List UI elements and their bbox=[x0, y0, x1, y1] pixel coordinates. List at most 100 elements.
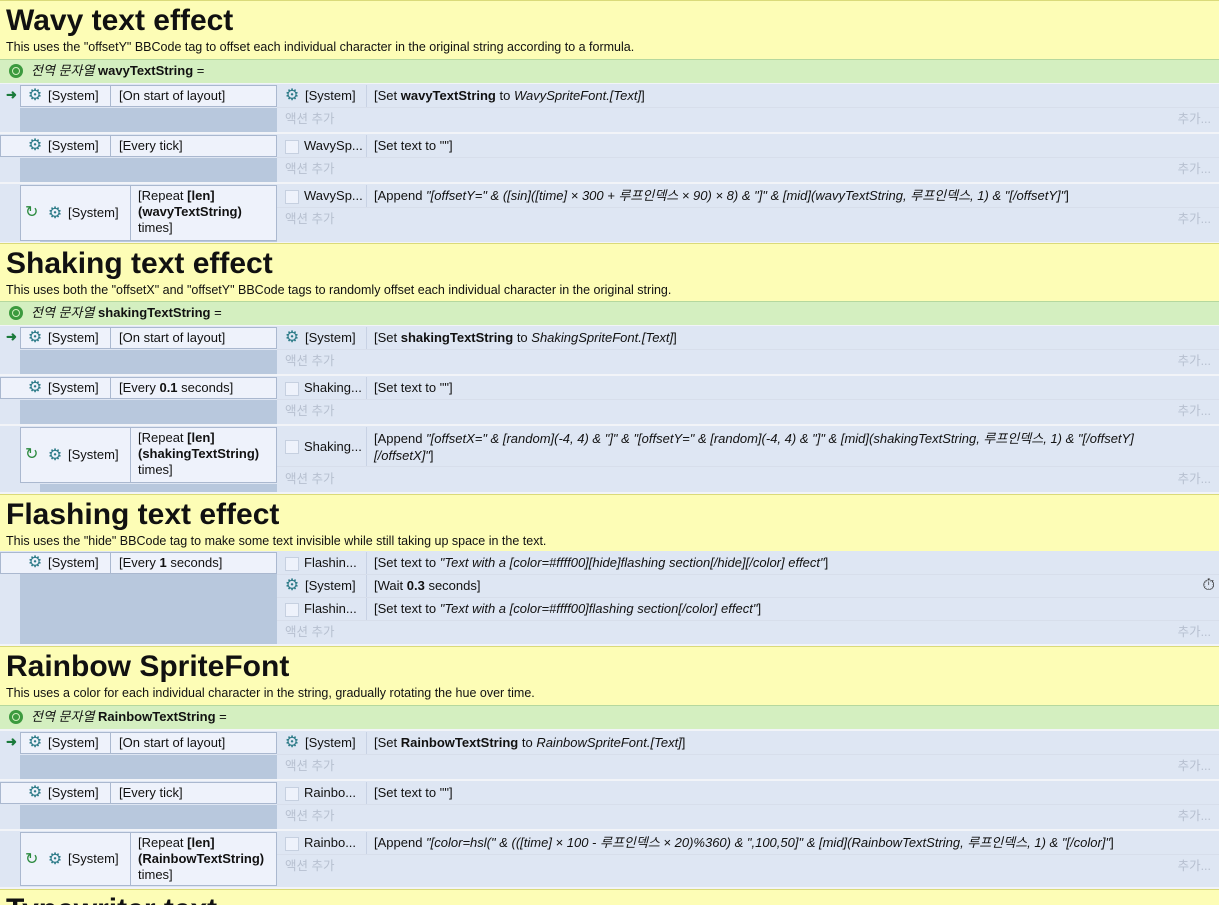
divider bbox=[366, 185, 367, 207]
stopwatch-icon: ⏱ bbox=[1202, 577, 1215, 594]
more-link[interactable]: 추가... bbox=[1178, 755, 1211, 777]
action-set-variable[interactable]: ⚙ [System] [Set wavyTextString to WavySp… bbox=[277, 85, 1219, 108]
section-description: This uses the "offsetY" BBCode tag to of… bbox=[6, 40, 635, 54]
event-block[interactable]: ➜ ⚙ [System] [On start of layout] ⚙ [Sys… bbox=[0, 326, 1219, 374]
add-action-row[interactable]: 액션 추가 추가... bbox=[285, 400, 1219, 422]
spritefont-icon bbox=[285, 837, 299, 851]
action-text: [Append bbox=[374, 431, 427, 446]
condition-repeat[interactable]: ↻ ⚙ [System] [Repeat [len](shakingTextSt… bbox=[20, 427, 277, 483]
more-link[interactable]: 추가... bbox=[1178, 400, 1211, 422]
add-action-row[interactable]: 액션 추가 추가... bbox=[285, 208, 1219, 230]
add-action-row[interactable]: 액션 추가 추가... bbox=[285, 468, 1219, 490]
condition-on-start-of-layout[interactable]: ⚙ [System] [On start of layout] bbox=[20, 85, 277, 107]
add-action-link[interactable]: 액션 추가 bbox=[285, 759, 334, 773]
action-text: [Set text to ""] bbox=[374, 380, 453, 395]
event-block[interactable]: ➜ ⚙ [System] [On start of layout] ⚙ [Sys… bbox=[0, 731, 1219, 779]
condition-repeat[interactable]: ↻ ⚙ [System] [Repeat [len](wavyTextStrin… bbox=[20, 185, 277, 241]
more-link[interactable]: 추가... bbox=[1178, 468, 1211, 490]
event-block[interactable]: ➜ ⚙ [System] [On start of layout] ⚙ [Sys… bbox=[0, 84, 1219, 132]
sub-event-block[interactable]: ↻ ⚙ [System] [Repeat [len](shakingTextSt… bbox=[0, 426, 1219, 492]
divider bbox=[130, 833, 131, 885]
event-block[interactable]: ⚙ [System] [Every tick] WavySp... [Set t… bbox=[0, 134, 1219, 182]
add-action-row[interactable]: 액션 추가 추가... bbox=[285, 621, 1219, 643]
add-action-link[interactable]: 액션 추가 bbox=[285, 859, 334, 873]
more-link[interactable]: 추가... bbox=[1178, 158, 1211, 180]
action-set-text[interactable]: WavySp... [Set text to ""] bbox=[277, 135, 1219, 158]
event-block[interactable]: ⚙ [System] [Every 1 seconds] Flashin... … bbox=[0, 551, 1219, 644]
action-set-text[interactable]: Shaking... [Set text to ""] bbox=[277, 377, 1219, 400]
more-link[interactable]: 추가... bbox=[1178, 621, 1211, 643]
condition-on-start-of-layout[interactable]: ⚙ [System] [On start of layout] bbox=[20, 732, 277, 754]
action-text: [Set text to ""] bbox=[374, 785, 453, 800]
action-append-text[interactable]: Shaking... [Append "[offsetX=" & [random… bbox=[277, 427, 1219, 467]
add-action-link[interactable]: 액션 추가 bbox=[285, 112, 334, 126]
add-action-row[interactable]: 액션 추가 추가... bbox=[285, 350, 1219, 372]
action-value: 0.3 bbox=[406, 578, 425, 593]
more-link[interactable]: 추가... bbox=[1178, 805, 1211, 827]
add-action-row[interactable]: 액션 추가 추가... bbox=[285, 855, 1219, 877]
divider bbox=[130, 428, 131, 482]
divider bbox=[366, 85, 367, 107]
action-set-variable[interactable]: ⚙ [System] [Set shakingTextString to Sha… bbox=[277, 327, 1219, 350]
more-link[interactable]: 추가... bbox=[1178, 855, 1211, 877]
add-action-link[interactable]: 액션 추가 bbox=[285, 212, 334, 226]
comment-flashing[interactable]: Flashing text effect This uses the "hide… bbox=[0, 494, 1219, 551]
comment-rainbow[interactable]: Rainbow SpriteFont This uses a color for… bbox=[0, 646, 1219, 705]
comment-typewriter[interactable]: Typewriter text bbox=[0, 889, 1219, 905]
event-block[interactable]: ⚙ [System] [Every 0.1 seconds] Shaking..… bbox=[0, 376, 1219, 424]
condition-repeat[interactable]: ↻ ⚙ [System] [Repeat [len](RainbowTextSt… bbox=[20, 832, 277, 886]
condition-every-tick[interactable]: ⚙ [System] [Every tick] bbox=[0, 782, 277, 804]
add-action-link[interactable]: 액션 추가 bbox=[285, 625, 334, 639]
comment-wavy[interactable]: Wavy text effect This uses the "offsetY"… bbox=[0, 0, 1219, 59]
more-link[interactable]: 추가... bbox=[1178, 350, 1211, 372]
global-variable-shaking[interactable]: 전역 문자열 shakingTextString = bbox=[0, 301, 1219, 325]
condition-value: 0.1 bbox=[159, 380, 178, 395]
action-text: ] bbox=[757, 601, 762, 616]
system-gear-icon: ⚙ bbox=[27, 87, 43, 104]
action-text: [Set bbox=[374, 88, 401, 103]
global-variable-wavy[interactable]: 전역 문자열 wavyTextString = bbox=[0, 59, 1219, 83]
divider bbox=[366, 427, 367, 466]
more-link[interactable]: 추가... bbox=[1178, 208, 1211, 230]
spritefont-icon bbox=[285, 440, 299, 454]
action-object: [System] bbox=[305, 578, 356, 593]
event-sheet: Wavy text effect This uses the "offsetY"… bbox=[0, 0, 1219, 905]
add-action-row[interactable]: 액션 추가 추가... bbox=[285, 805, 1219, 827]
action-set-text[interactable]: Rainbo... [Set text to ""] bbox=[277, 782, 1219, 805]
action-set-text[interactable]: Flashin... [Set text to "Text with a [co… bbox=[277, 552, 1219, 575]
system-gear-icon: ⚙ bbox=[27, 784, 43, 801]
action-append-text[interactable]: WavySp... [Append "[offsetY=" & ([sin]([… bbox=[277, 185, 1219, 208]
add-action-link[interactable]: 액션 추가 bbox=[285, 354, 334, 368]
add-action-row[interactable]: 액션 추가 추가... bbox=[285, 158, 1219, 180]
sub-event-block[interactable]: ↻ ⚙ [System] [Repeat [len](wavyTextStrin… bbox=[0, 184, 1219, 242]
action-wait[interactable]: ⚙ [System] [Wait 0.3 seconds] ⏱ bbox=[277, 575, 1219, 598]
action-text: seconds] bbox=[424, 578, 481, 593]
global-variable-type: 전역 문자열 bbox=[31, 305, 95, 320]
more-link[interactable]: 추가... bbox=[1178, 108, 1211, 130]
add-action-link[interactable]: 액션 추가 bbox=[285, 404, 334, 418]
condition-on-start-of-layout[interactable]: ⚙ [System] [On start of layout] bbox=[20, 327, 277, 349]
add-action-link[interactable]: 액션 추가 bbox=[285, 162, 334, 176]
condition-every-seconds[interactable]: ⚙ [System] [Every 1 seconds] bbox=[0, 552, 277, 574]
action-variable: shakingTextString bbox=[400, 330, 514, 345]
action-set-variable[interactable]: ⚙ [System] [Set RainbowTextString to Rai… bbox=[277, 732, 1219, 755]
action-append-text[interactable]: Rainbo... [Append "[color=hsl(" & (([tim… bbox=[277, 832, 1219, 855]
event-condition-area bbox=[20, 400, 277, 424]
spritefont-icon bbox=[285, 140, 299, 154]
action-set-text[interactable]: Flashin... [Set text to "Text with a [co… bbox=[277, 598, 1219, 621]
event-condition-area bbox=[40, 484, 277, 492]
condition-every-seconds[interactable]: ⚙ [System] [Every 0.1 seconds] bbox=[0, 377, 277, 399]
condition-every-tick[interactable]: ⚙ [System] [Every tick] bbox=[0, 135, 277, 157]
condition-text: [Every bbox=[119, 555, 160, 570]
event-block[interactable]: ⚙ [System] [Every tick] Rainbo... [Set t… bbox=[0, 781, 1219, 829]
add-action-row[interactable]: 액션 추가 추가... bbox=[285, 755, 1219, 777]
add-action-link[interactable]: 액션 추가 bbox=[285, 809, 334, 823]
action-text: [Wait bbox=[374, 578, 407, 593]
sub-event-block[interactable]: ↻ ⚙ [System] [Repeat [len](RainbowTextSt… bbox=[0, 831, 1219, 887]
action-object: Rainbo... bbox=[304, 785, 357, 800]
global-variable-rainbow[interactable]: 전역 문자열 RainbowTextString = bbox=[0, 705, 1219, 729]
add-action-link[interactable]: 액션 추가 bbox=[285, 472, 334, 486]
event-condition-area bbox=[20, 158, 277, 182]
add-action-row[interactable]: 액션 추가 추가... bbox=[285, 108, 1219, 130]
comment-shaking[interactable]: Shaking text effect This uses both the "… bbox=[0, 243, 1219, 301]
